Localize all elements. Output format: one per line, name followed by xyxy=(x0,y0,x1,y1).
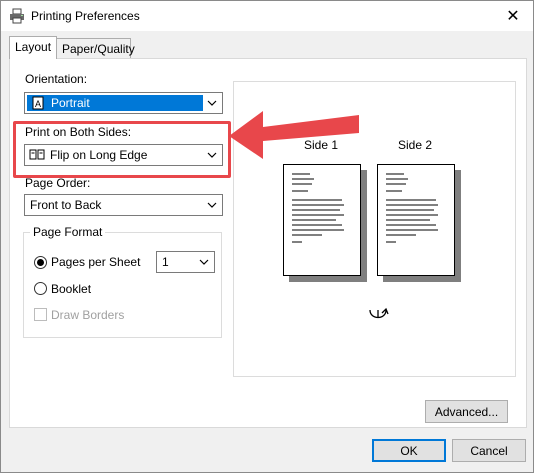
orientation-select[interactable]: A Portrait xyxy=(24,92,223,114)
window-title: Printing Preferences xyxy=(31,9,140,23)
tab-paper-quality-label: Paper/Quality xyxy=(62,42,135,56)
page-order-value: Front to Back xyxy=(30,198,102,212)
advanced-button[interactable]: Advanced... xyxy=(425,400,508,423)
chevron-down-icon xyxy=(207,100,217,106)
cancel-button-label: Cancel xyxy=(470,443,508,458)
tab-paper-quality[interactable]: Paper/Quality xyxy=(56,38,135,59)
highlight-box xyxy=(13,121,231,178)
advanced-button-label: Advanced... xyxy=(434,404,499,419)
ok-button-label: OK xyxy=(400,443,418,458)
booklet-radio[interactable] xyxy=(34,282,47,295)
page-order-label: Page Order: xyxy=(25,176,91,190)
orientation-value: Portrait xyxy=(51,96,90,110)
close-button[interactable]: ✕ xyxy=(493,1,533,30)
close-icon: ✕ xyxy=(506,7,520,25)
chevron-down-icon xyxy=(207,202,217,208)
svg-text:A: A xyxy=(35,99,41,109)
pages-per-sheet-label: Pages per Sheet xyxy=(51,255,141,269)
draw-borders-checkbox[interactable] xyxy=(34,308,47,321)
printer-icon xyxy=(10,8,24,24)
page-order-select[interactable]: Front to Back xyxy=(24,194,223,216)
orientation-label: Orientation: xyxy=(25,72,88,86)
side2-label: Side 2 xyxy=(398,138,433,152)
pages-per-sheet-radio[interactable] xyxy=(34,256,47,269)
chevron-down-icon xyxy=(199,259,209,265)
booklet-label: Booklet xyxy=(51,282,92,296)
cancel-button[interactable]: Cancel xyxy=(452,439,526,462)
page-format-title: Page Format xyxy=(30,225,106,239)
printing-preferences-window: Printing Preferences ✕ Layout Paper/Qual… xyxy=(0,0,534,473)
orientation-selected-value: A Portrait xyxy=(27,95,203,111)
side2-page xyxy=(377,164,455,276)
ok-button[interactable]: OK xyxy=(372,439,446,462)
title-bar: Printing Preferences ✕ xyxy=(1,1,533,31)
pages-per-sheet-value: 1 xyxy=(162,255,169,269)
side1-page xyxy=(283,164,361,276)
tab-layout-label: Layout xyxy=(15,40,52,54)
red-arrow-annotation xyxy=(229,111,359,159)
pages-per-sheet-select[interactable]: 1 xyxy=(156,251,215,273)
draw-borders-label: Draw Borders xyxy=(51,308,125,322)
tab-layout[interactable]: Layout xyxy=(9,36,57,59)
portrait-icon: A xyxy=(32,96,44,110)
flip-icon xyxy=(369,307,389,319)
